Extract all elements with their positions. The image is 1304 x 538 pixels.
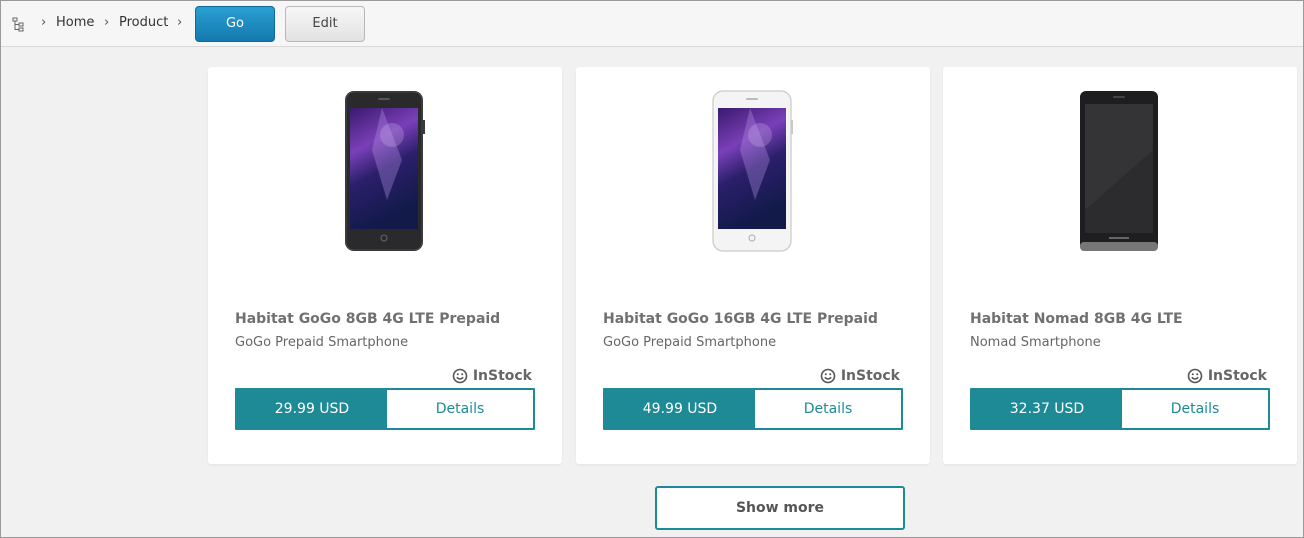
stock-label: InStock [472, 368, 532, 384]
stock-label: InStock [840, 368, 900, 384]
chevron-right-icon: › [177, 15, 183, 30]
breadcrumb-home[interactable]: Home [56, 15, 94, 30]
product-subtitle: GoGo Prepaid Smartphone [603, 335, 777, 350]
product-subtitle: Nomad Smartphone [970, 335, 1101, 350]
stock-status: InStock [452, 368, 532, 384]
price-details-group: 29.99 USD Details [235, 388, 535, 430]
show-more-button[interactable]: Show more [655, 486, 905, 530]
product-title[interactable]: Habitat GoGo 8GB 4G LTE Prepaid [235, 311, 500, 327]
product-title[interactable]: Habitat Nomad 8GB 4G LTE [970, 311, 1183, 327]
price-details-group: 49.99 USD Details [603, 388, 903, 430]
stock-status: InStock [1187, 368, 1267, 384]
top-toolbar: › Home › Product › Go Edit [1, 1, 1303, 47]
breadcrumb-product[interactable]: Product [119, 15, 168, 30]
stock-status: InStock [820, 368, 900, 384]
smile-icon [1187, 368, 1203, 384]
price-label: 32.37 USD [972, 390, 1122, 428]
price-label: 49.99 USD [605, 390, 755, 428]
product-card: Habitat GoGo 8GB 4G LTE Prepaid GoGo Pre… [208, 67, 562, 464]
stock-label: InStock [1207, 368, 1267, 384]
product-title[interactable]: Habitat GoGo 16GB 4G LTE Prepaid [603, 311, 878, 327]
chevron-right-icon: › [41, 15, 47, 30]
price-label: 29.99 USD [237, 390, 387, 428]
product-card: Habitat Nomad 8GB 4G LTE Nomad Smartphon… [943, 67, 1297, 464]
product-image[interactable] [1077, 90, 1161, 253]
edit-button[interactable]: Edit [285, 6, 365, 42]
details-button[interactable]: Details [755, 390, 901, 428]
tree-icon[interactable] [12, 17, 25, 32]
chevron-right-icon: › [104, 15, 110, 30]
price-details-group: 32.37 USD Details [970, 388, 1270, 430]
product-card: Habitat GoGo 16GB 4G LTE Prepaid GoGo Pr… [576, 67, 930, 464]
product-image[interactable] [710, 90, 794, 253]
smile-icon [820, 368, 836, 384]
details-button[interactable]: Details [387, 390, 533, 428]
smile-icon [452, 368, 468, 384]
product-subtitle: GoGo Prepaid Smartphone [235, 335, 409, 350]
go-button[interactable]: Go [195, 6, 275, 42]
details-button[interactable]: Details [1122, 390, 1268, 428]
product-image[interactable] [342, 90, 426, 253]
